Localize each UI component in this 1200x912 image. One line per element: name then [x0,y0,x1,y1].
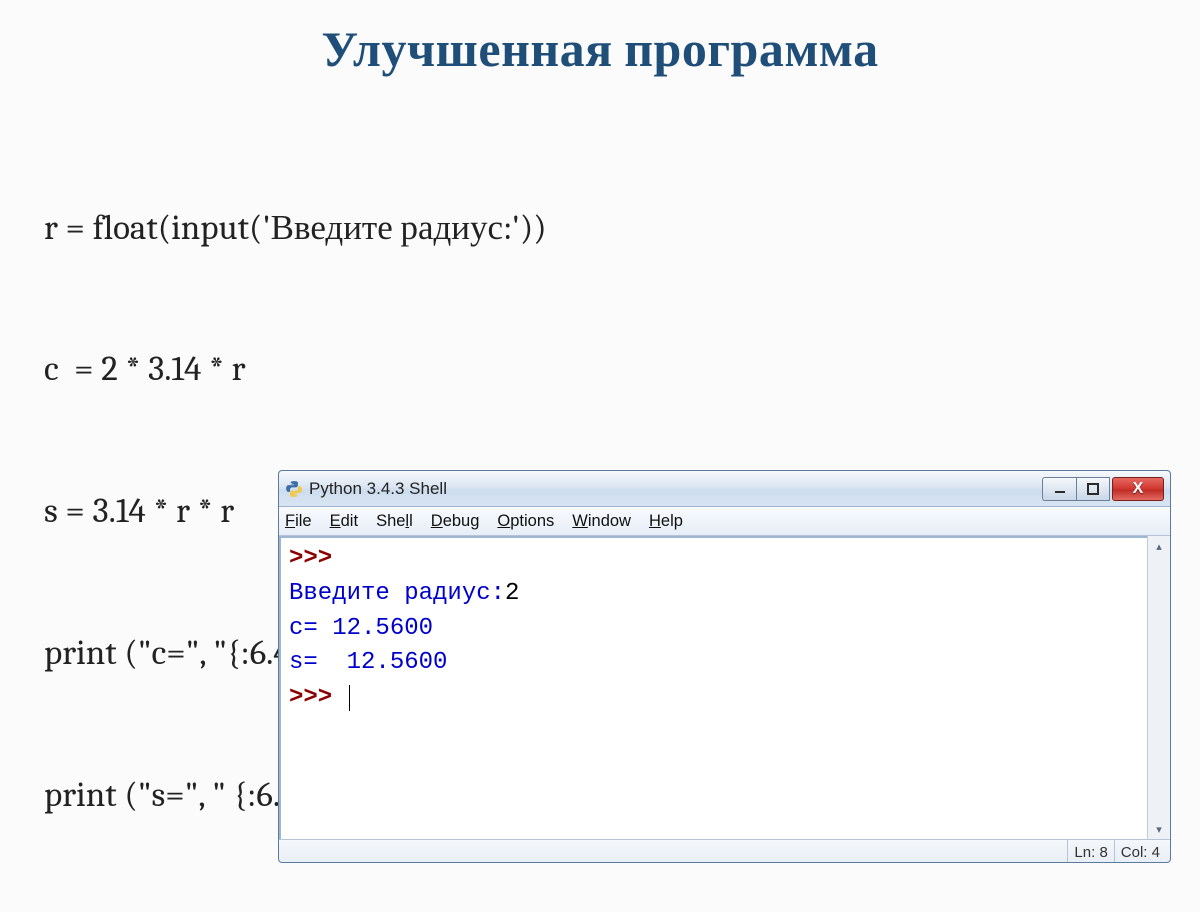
python-shell-window: Python 3.4.3 Shell X File Edit Shell Deb… [278,470,1171,863]
menu-shell[interactable]: Shell [376,512,413,531]
scroll-down-icon[interactable]: ▾ [1148,819,1170,839]
shell-client-area: >>> Введите радиус:2 c= 12.5600 s= 12.56… [279,536,1170,839]
menu-bar: File Edit Shell Debug Options Window Hel… [279,507,1170,536]
scroll-up-icon[interactable]: ▴ [1148,536,1170,556]
window-titlebar[interactable]: Python 3.4.3 Shell X [279,471,1170,507]
shell-input-prompt: Введите радиус: [289,580,505,607]
menu-debug[interactable]: Debug [431,512,480,531]
menu-file[interactable]: File [285,512,312,531]
menu-options[interactable]: Options [497,512,554,531]
code-line: c = 2 * 3.14 * r [44,345,1160,392]
menu-help[interactable]: Help [649,512,683,531]
window-title: Python 3.4.3 Shell [309,479,1042,499]
code-line: r = float(input('Введите радиус:')) [44,204,1160,251]
python-app-icon [285,480,303,498]
menu-window[interactable]: Window [572,512,631,531]
shell-output[interactable]: >>> Введите радиус:2 c= 12.5600 s= 12.56… [279,536,1147,839]
vertical-scrollbar[interactable]: ▴ ▾ [1147,536,1170,839]
shell-user-input: 2 [505,580,519,607]
maximize-button[interactable] [1076,477,1110,501]
shell-output-line: c= 12.5600 [289,615,433,642]
status-bar: Ln: 8 Col: 4 [279,839,1170,863]
status-line: Ln: 8 [1067,840,1113,863]
text-cursor-icon [349,685,350,711]
minimize-button[interactable] [1042,477,1076,501]
status-column: Col: 4 [1114,840,1166,863]
close-button[interactable]: X [1112,477,1164,501]
prompt-icon: >>> [289,545,332,572]
menu-edit[interactable]: Edit [330,512,358,531]
shell-output-line: s= 12.5600 [289,649,447,676]
slide: Улучшенная программа r = float(input('Вв… [0,0,1200,890]
slide-title: Улучшенная программа [40,20,1160,79]
window-control-group: X [1042,477,1164,501]
prompt-icon: >>> [289,684,332,711]
